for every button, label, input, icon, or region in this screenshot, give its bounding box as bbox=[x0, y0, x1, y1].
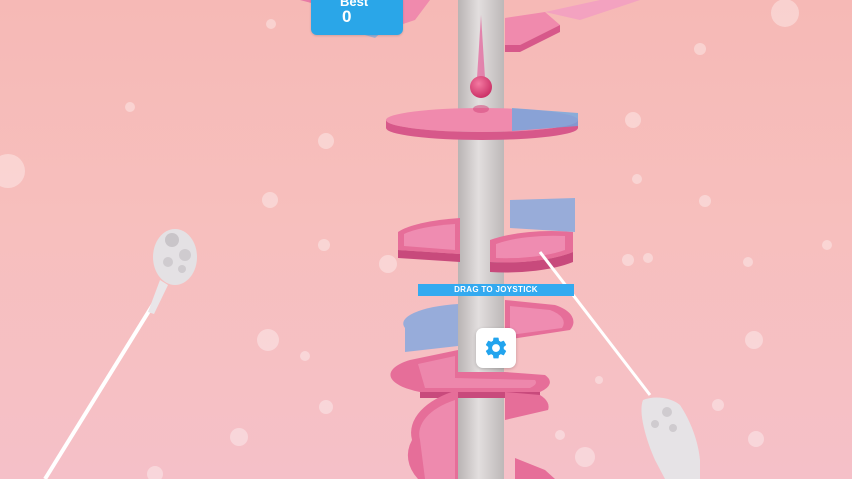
bouncing-ball bbox=[470, 76, 492, 98]
left-vr-controller bbox=[43, 229, 197, 479]
platform-tier-1 bbox=[386, 105, 578, 140]
joystick-hint-banner: DRAG TO JOYSTICK bbox=[418, 284, 574, 296]
best-score-panel: Best 0 bbox=[311, 0, 403, 35]
settings-button[interactable] bbox=[476, 328, 516, 368]
gear-icon bbox=[485, 337, 507, 359]
game-scene bbox=[0, 0, 832, 479]
best-score-value: 0 bbox=[342, 7, 352, 26]
